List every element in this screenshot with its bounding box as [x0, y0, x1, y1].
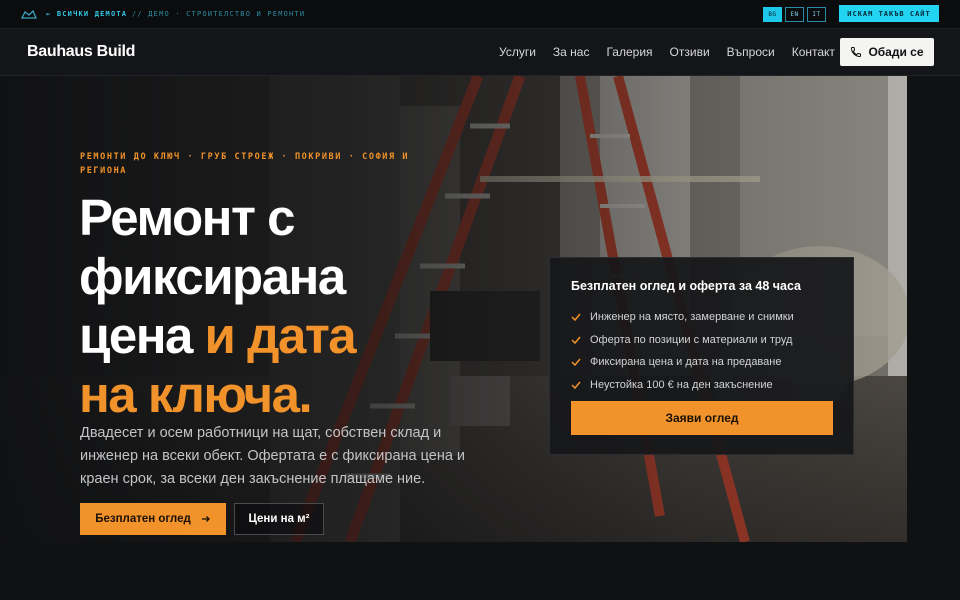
list-item-label: Фиксирана цена и дата на предаване [590, 356, 782, 369]
page-gutter [907, 76, 960, 542]
list-item-label: Неустойка 100 € на ден закъснение [590, 378, 773, 391]
arrow-right-icon [201, 516, 210, 522]
headline-line-3-accent: и дата [191, 307, 357, 364]
headline-line-1: Ремонт с [79, 189, 295, 246]
list-item-label: Оферта по позиции с материали и труд [590, 333, 793, 346]
hero-eyebrow: РЕМОНТИ ДО КЛЮЧ · ГРУБ СТРОЕЖ · ПОКРИВИ … [80, 152, 410, 176]
list-item: Оферта по позиции с материали и труд [571, 329, 794, 352]
free-inspection-button[interactable]: Безплатен оглед [80, 503, 226, 535]
free-inspection-button-label: Безплатен оглед [95, 513, 191, 525]
nav-item-faq[interactable]: Въпроси [727, 45, 775, 59]
list-item-label: Инженер на място, замерване и снимки [590, 311, 794, 324]
nav-item-about[interactable]: За нас [553, 45, 590, 59]
headline-line-4-accent: на ключа. [79, 366, 313, 423]
check-icon [571, 336, 581, 344]
headline-line-3-white: цена [79, 307, 193, 364]
list-item: Неустойка 100 € на ден закъснение [571, 374, 794, 397]
check-icon [571, 381, 581, 389]
brand-logo[interactable]: Bauhaus Build [27, 43, 135, 61]
headline-line-2: фиксирана [79, 248, 346, 305]
phone-icon [851, 47, 862, 58]
list-item: Инженер на място, замерване и снимки [571, 306, 794, 329]
nav-item-gallery[interactable]: Галерия [606, 45, 652, 59]
hero-headline: Ремонт с фиксирана цена и дата на ключа. [79, 188, 499, 424]
nav-item-reviews[interactable]: Отзиви [670, 45, 710, 59]
lang-en-button[interactable]: EN [785, 7, 804, 22]
request-inspection-button[interactable]: Заяви оглед [571, 401, 833, 435]
list-item: Фиксирана цена и дата на предаване [571, 351, 794, 374]
main-nav: Bauhaus Build Услуги За нас Галерия Отзи… [0, 29, 960, 76]
check-icon [571, 358, 581, 367]
top-bar: ← ВСИЧКИ ДЕМОТА // ДЕМО · СТРОИТЕЛСТВО И… [0, 0, 960, 29]
offer-card-title: Безплатен оглед и оферта за 48 часа [571, 279, 802, 293]
nav-item-services[interactable]: Услуги [499, 45, 536, 59]
check-icon [571, 313, 581, 322]
nav-menu: Услуги За нас Галерия Отзиви Въпроси Кон… [499, 45, 852, 59]
demo-breadcrumb: // ДЕМО · СТРОИТЕЛСТВО И РЕМОНТИ [132, 10, 306, 18]
price-per-sqm-button[interactable]: Цени на м² [234, 503, 324, 535]
offer-card-list: Инженер на място, замерване и снимки Офе… [571, 306, 794, 396]
lang-bg-button[interactable]: BG [763, 7, 782, 22]
call-button-label: Обади се [868, 45, 924, 59]
price-per-sqm-button-label: Цени на м² [248, 513, 310, 525]
hero-lead-text: Двадесет и осем работници на щат, собств… [80, 425, 466, 487]
nav-item-contact[interactable]: Контакт [792, 45, 835, 59]
call-button[interactable]: Обади се [840, 38, 934, 66]
lang-it-button[interactable]: IT [807, 7, 826, 22]
want-site-button[interactable]: ИСКАМ ТАКЪВ САЙТ [839, 5, 939, 22]
page-below-hero [0, 542, 960, 600]
logo-mark-icon [21, 9, 37, 19]
all-demos-link[interactable]: ← ВСИЧКИ ДЕМОТА [46, 10, 127, 18]
language-switcher: BG EN IT [763, 7, 826, 22]
offer-card: Безплатен оглед и оферта за 48 часа Инже… [549, 257, 854, 455]
